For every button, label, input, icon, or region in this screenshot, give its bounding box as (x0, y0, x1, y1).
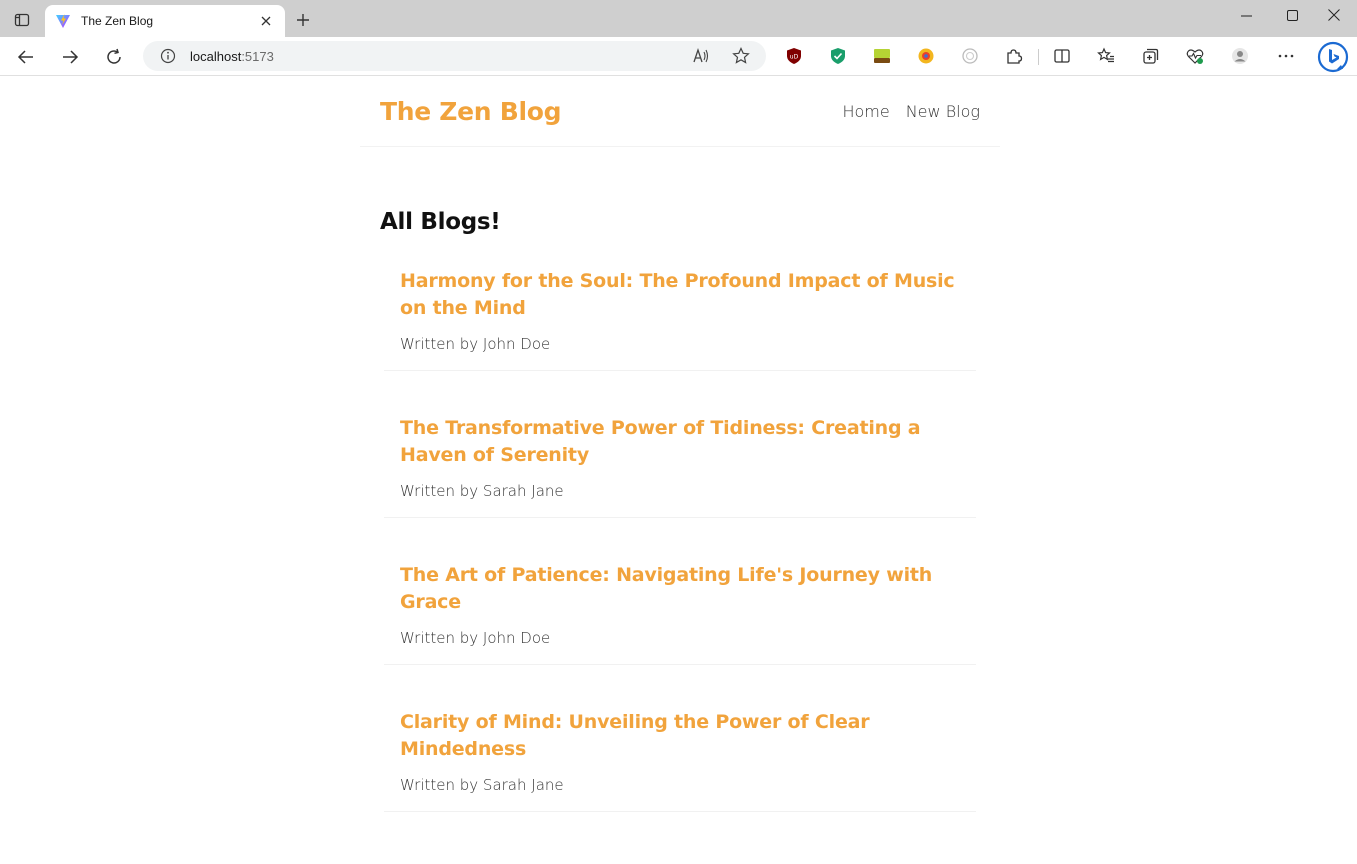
nav-links: Home New Blog (842, 102, 980, 121)
blog-title[interactable]: The Art of Patience: Navigating Life's J… (400, 562, 960, 616)
home-content: All Blogs! Harmony for the Soul: The Pro… (360, 147, 1000, 812)
blog-list: Harmony for the Soul: The Profound Impac… (380, 256, 980, 812)
tab-strip: The Zen Blog (0, 0, 1357, 37)
section-title: All Blogs! (380, 209, 501, 235)
health-icon[interactable] (1185, 46, 1205, 66)
puzzle-icon[interactable] (1004, 46, 1024, 66)
extension-flower-icon[interactable] (916, 46, 936, 66)
svg-text:uD: uD (790, 54, 799, 61)
split-screen-icon[interactable] (1052, 46, 1072, 66)
extension-cart-icon[interactable] (872, 46, 892, 66)
blog-preview[interactable]: Harmony for the Soul: The Profound Impac… (384, 256, 976, 371)
url-port: :5173 (241, 48, 274, 64)
url-host: localhost (190, 48, 242, 64)
maximize-icon[interactable] (1269, 0, 1315, 30)
blog-preview[interactable]: The Transformative Power of Tidiness: Cr… (384, 403, 976, 518)
read-aloud-icon[interactable] (689, 44, 713, 68)
extension-circle-icon[interactable] (960, 46, 980, 66)
browser-tab[interactable]: The Zen Blog (45, 5, 285, 37)
reload-icon[interactable] (99, 42, 129, 72)
blog-author: Written by John Doe (400, 629, 551, 647)
collections-icon[interactable] (1141, 46, 1161, 66)
more-icon[interactable] (1276, 46, 1296, 66)
star-icon[interactable] (729, 44, 753, 68)
blog-author: Written by John Doe (400, 335, 551, 353)
browser-toolbar: localhost:5173 uD (0, 37, 1357, 76)
web-page: The Zen Blog Home New Blog All Blogs! Ha… (0, 77, 1357, 864)
nav-link-new-blog[interactable]: New Blog (906, 102, 980, 121)
plus-icon[interactable] (292, 9, 314, 31)
vite-logo-icon (55, 13, 71, 29)
favorites-icon[interactable] (1096, 46, 1116, 66)
ublock-icon[interactable]: uD (784, 46, 804, 66)
window-close-icon[interactable] (1311, 0, 1357, 30)
blog-title[interactable]: The Transformative Power of Tidiness: Cr… (400, 415, 960, 469)
blog-title[interactable]: Clarity of Mind: Unveiling the Power of … (400, 709, 960, 763)
blog-author: Written by Sarah Jane (400, 776, 564, 794)
blog-author: Written by Sarah Jane (400, 482, 564, 500)
arrow-left-icon[interactable] (11, 42, 41, 72)
info-icon[interactable] (160, 48, 176, 64)
blog-title[interactable]: Harmony for the Soul: The Profound Impac… (400, 268, 960, 322)
arrow-right-icon[interactable] (55, 42, 85, 72)
profile-icon[interactable] (1230, 46, 1250, 66)
tab-actions-icon[interactable] (8, 8, 36, 32)
blog-preview[interactable]: The Art of Patience: Navigating Life's J… (384, 550, 976, 665)
page-container: The Zen Blog Home New Blog All Blogs! Ha… (360, 77, 1000, 812)
bing-copilot-icon[interactable] (1317, 41, 1349, 73)
address-bar[interactable]: localhost:5173 (143, 41, 766, 71)
blog-preview[interactable]: Clarity of Mind: Unveiling the Power of … (384, 697, 976, 812)
tab-title: The Zen Blog (81, 14, 154, 28)
site-navbar: The Zen Blog Home New Blog (360, 77, 1000, 147)
shield-check-icon[interactable] (828, 46, 848, 66)
close-icon[interactable] (257, 12, 275, 30)
minimize-icon[interactable] (1223, 0, 1269, 30)
site-brand: The Zen Blog (380, 97, 562, 126)
nav-link-home[interactable]: Home (842, 102, 889, 121)
toolbar-divider (1038, 49, 1039, 65)
